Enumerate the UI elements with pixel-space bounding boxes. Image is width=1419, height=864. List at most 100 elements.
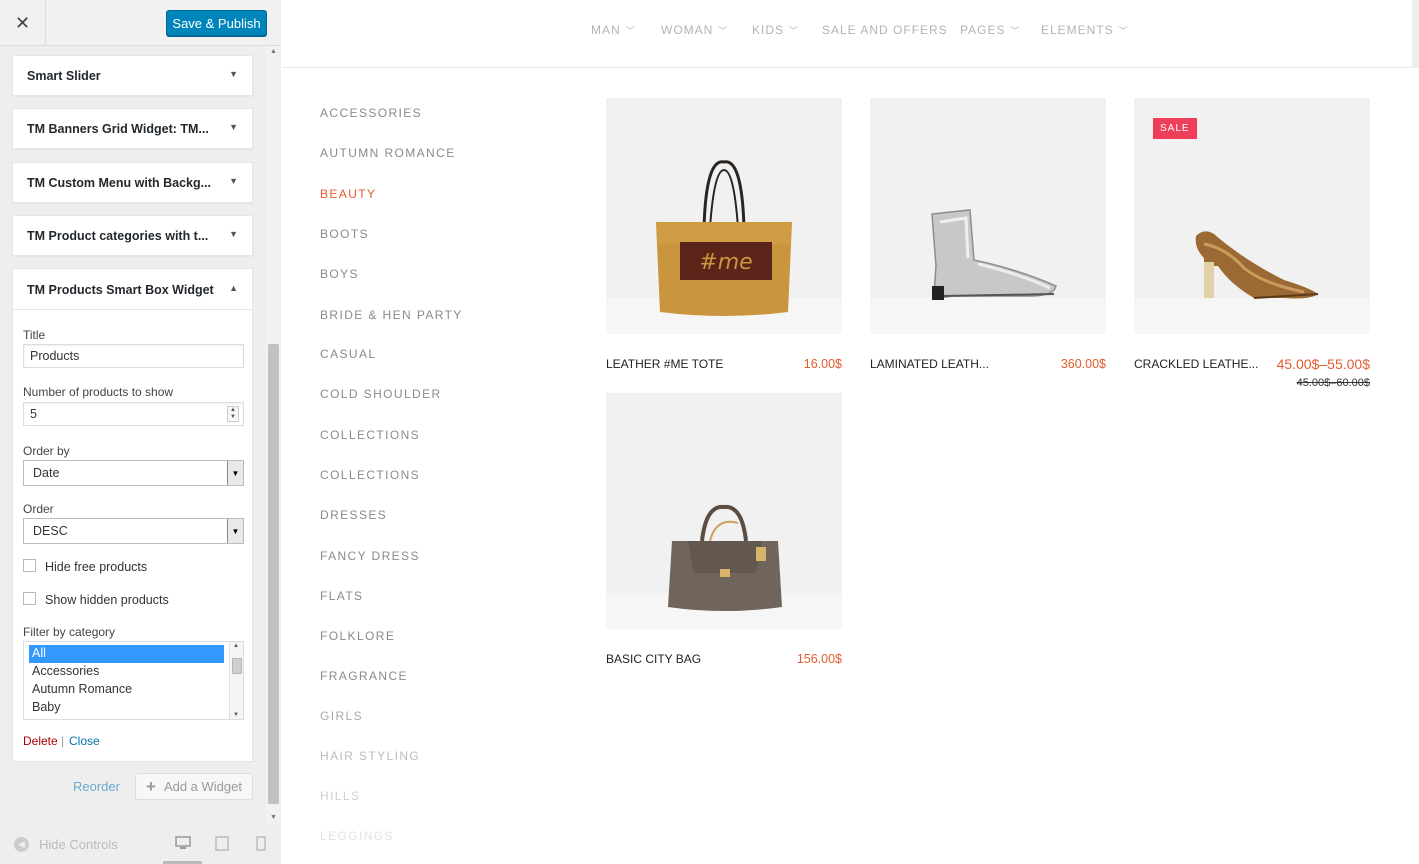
nav-label: MAN: [591, 23, 621, 37]
list-item[interactable]: Accessories: [29, 663, 224, 681]
hide-controls-icon[interactable]: ◀: [14, 837, 29, 852]
nav-item-woman[interactable]: WOMAN ﹀: [661, 23, 728, 37]
scrollbar-thumb[interactable]: [232, 658, 242, 674]
category-link[interactable]: CASUAL: [320, 347, 376, 361]
dropdown-arrow-icon[interactable]: ▼: [227, 519, 243, 543]
widget-smart-slider[interactable]: Smart Slider ▼: [12, 55, 253, 96]
product-image-city-bag[interactable]: [606, 393, 842, 629]
hide-free-checkbox[interactable]: [23, 559, 36, 572]
category-link[interactable]: AUTUMN ROMANCE: [320, 146, 456, 160]
widget-tm-banners-grid[interactable]: TM Banners Grid Widget: TM... ▼: [12, 108, 253, 149]
product-name[interactable]: CRACKLED LEATHE...: [1134, 357, 1258, 371]
product-image-heel[interactable]: SALE: [1134, 98, 1370, 334]
nav-item-kids[interactable]: KIDS ﹀: [752, 23, 799, 37]
chevron-down-icon: ﹀: [1118, 26, 1129, 36]
scroll-up-arrow-icon[interactable]: ▲: [233, 643, 239, 649]
mobile-preview-icon[interactable]: [256, 836, 266, 854]
show-hidden-label[interactable]: Show hidden products: [45, 593, 169, 607]
widget-title: TM Banners Grid Widget: TM...: [27, 122, 209, 136]
category-link[interactable]: BOYS: [320, 267, 359, 281]
order-label: Order: [23, 502, 54, 516]
nav-label: WOMAN: [661, 23, 714, 37]
product-price: 16.00$: [803, 357, 842, 371]
expand-arrow-icon[interactable]: ▼: [229, 229, 238, 239]
hide-controls-label[interactable]: Hide Controls: [39, 837, 118, 852]
category-link[interactable]: FOLKLORE: [320, 629, 395, 643]
collapse-arrow-icon[interactable]: ▲: [229, 283, 238, 293]
category-link[interactable]: COLD SHOULDER: [320, 387, 442, 401]
widget-title: Smart Slider: [27, 69, 101, 83]
category-filter-list[interactable]: All Accessories Autumn Romance Baby ▲ ▼: [23, 641, 244, 720]
product-old-price: 45.00$–60.00$: [1296, 377, 1370, 389]
product-name[interactable]: LEATHER #ME TOTE: [606, 357, 723, 371]
widget-tm-products-smart-box: TM Products Smart Box Widget ▲ Title Pro…: [12, 268, 253, 762]
category-link-active[interactable]: BEAUTY: [320, 187, 376, 201]
count-input[interactable]: 5 ▲ ▼: [23, 402, 244, 426]
preview-scrollbar[interactable]: [1412, 0, 1419, 68]
add-widget-button[interactable]: + Add a Widget: [135, 773, 253, 800]
scroll-down-arrow-icon[interactable]: ▼: [233, 712, 239, 718]
customizer-header: ✕ Save & Publish: [0, 0, 281, 46]
show-hidden-checkbox[interactable]: [23, 592, 36, 605]
tablet-preview-icon[interactable]: [215, 836, 229, 854]
filter-label: Filter by category: [23, 625, 116, 639]
spinner-icon[interactable]: ▲ ▼: [227, 406, 239, 422]
category-link[interactable]: GIRLS: [320, 709, 363, 723]
category-link[interactable]: BRIDE & HEN PARTY: [320, 308, 463, 322]
order-select[interactable]: DESC ▼: [23, 518, 244, 544]
product-image-tote[interactable]: #me: [606, 98, 842, 334]
expand-arrow-icon[interactable]: ▼: [229, 176, 238, 186]
list-item[interactable]: All: [29, 645, 224, 663]
category-link[interactable]: FLATS: [320, 589, 363, 603]
save-publish-button[interactable]: Save & Publish: [166, 10, 267, 36]
list-item[interactable]: Autumn Romance: [29, 681, 224, 699]
delete-link[interactable]: Delete: [23, 734, 58, 748]
category-link[interactable]: BOOTS: [320, 227, 369, 241]
hide-free-label[interactable]: Hide free products: [45, 560, 147, 574]
expand-arrow-icon[interactable]: ▼: [229, 69, 238, 79]
scroll-up-arrow-icon[interactable]: ▲: [266, 46, 281, 58]
widget-title: TM Custom Menu with Backg...: [27, 176, 212, 190]
category-link[interactable]: DRESSES: [320, 508, 387, 522]
category-link[interactable]: COLLECTIONS: [320, 468, 420, 482]
close-link[interactable]: Close: [69, 734, 100, 748]
list-scrollbar[interactable]: ▲ ▼: [229, 642, 243, 719]
product-image-boot[interactable]: [870, 98, 1106, 334]
category-link[interactable]: HAIR STYLING: [320, 749, 420, 763]
close-icon[interactable]: ✕: [0, 0, 46, 46]
list-item[interactable]: Baby: [29, 699, 224, 717]
category-link[interactable]: FANCY DRESS: [320, 549, 420, 563]
orderby-label: Order by: [23, 444, 70, 458]
nav-item-sale-and-offers[interactable]: SALE AND OFFERS: [822, 23, 948, 37]
reorder-link[interactable]: Reorder: [73, 779, 120, 794]
nav-item-elements[interactable]: ELEMENTS ﹀: [1041, 23, 1129, 37]
product-name[interactable]: BASIC CITY BAG: [606, 652, 701, 666]
category-link[interactable]: ACCESSORIES: [320, 106, 422, 120]
dropdown-arrow-icon[interactable]: ▼: [227, 461, 243, 485]
nav-label: ELEMENTS: [1041, 23, 1114, 37]
add-widget-label: Add a Widget: [163, 779, 242, 794]
customizer-sidebar: ✕ Save & Publish ▲ ▼ Smart Slider ▼ TM B…: [0, 0, 281, 864]
scrollbar-thumb[interactable]: [268, 344, 279, 804]
order-value: DESC: [33, 524, 68, 538]
count-value: 5: [30, 407, 37, 421]
expand-arrow-icon[interactable]: ▼: [229, 122, 238, 132]
orderby-select[interactable]: Date ▼: [23, 460, 244, 486]
desktop-preview-icon[interactable]: [175, 836, 191, 853]
title-input[interactable]: Products: [23, 344, 244, 368]
nav-item-man[interactable]: MAN ﹀: [591, 23, 636, 37]
category-link[interactable]: FRAGRANCE: [320, 669, 408, 683]
category-link[interactable]: COLLECTIONS: [320, 428, 420, 442]
widget-tm-product-categories[interactable]: TM Product categories with t... ▼: [12, 215, 253, 256]
nav-item-pages[interactable]: PAGES ﹀: [960, 23, 1020, 37]
scroll-down-arrow-icon[interactable]: ▼: [266, 812, 281, 824]
widget-tm-custom-menu[interactable]: TM Custom Menu with Backg... ▼: [12, 162, 253, 203]
widget-header[interactable]: TM Products Smart Box Widget ▲: [13, 269, 252, 310]
product-name[interactable]: LAMINATED LEATH...: [870, 357, 989, 371]
city-bag-image: [668, 504, 782, 611]
product-price: 156.00$: [796, 652, 842, 666]
category-link[interactable]: HILLS: [320, 789, 360, 803]
sidebar-scrollbar[interactable]: ▲ ▼: [266, 46, 281, 824]
tote-bag-image: #me: [656, 160, 792, 316]
category-link[interactable]: LEGGINGS: [320, 829, 394, 843]
